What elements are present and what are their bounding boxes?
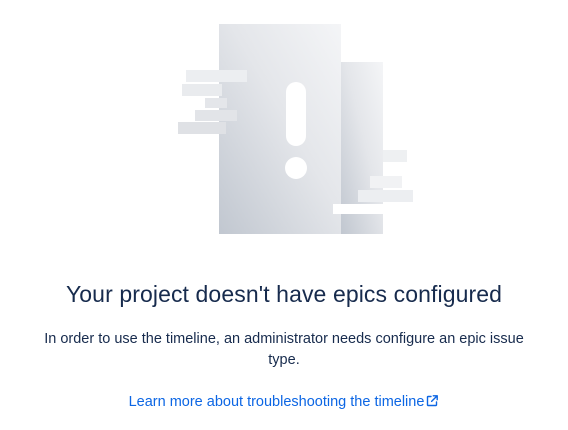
empty-state: Your project doesn't have epics configur… xyxy=(0,0,568,430)
warning-exclamation-icon xyxy=(178,24,413,234)
learn-more-link[interactable]: Learn more about troubleshooting the tim… xyxy=(0,392,568,412)
page-title: Your project doesn't have epics configur… xyxy=(65,281,503,307)
external-link-icon xyxy=(427,395,439,407)
learn-more-link-label: Learn more about troubleshooting the tim… xyxy=(128,394,425,410)
empty-state-description: In order to use the timeline, an adminis… xyxy=(44,331,524,368)
